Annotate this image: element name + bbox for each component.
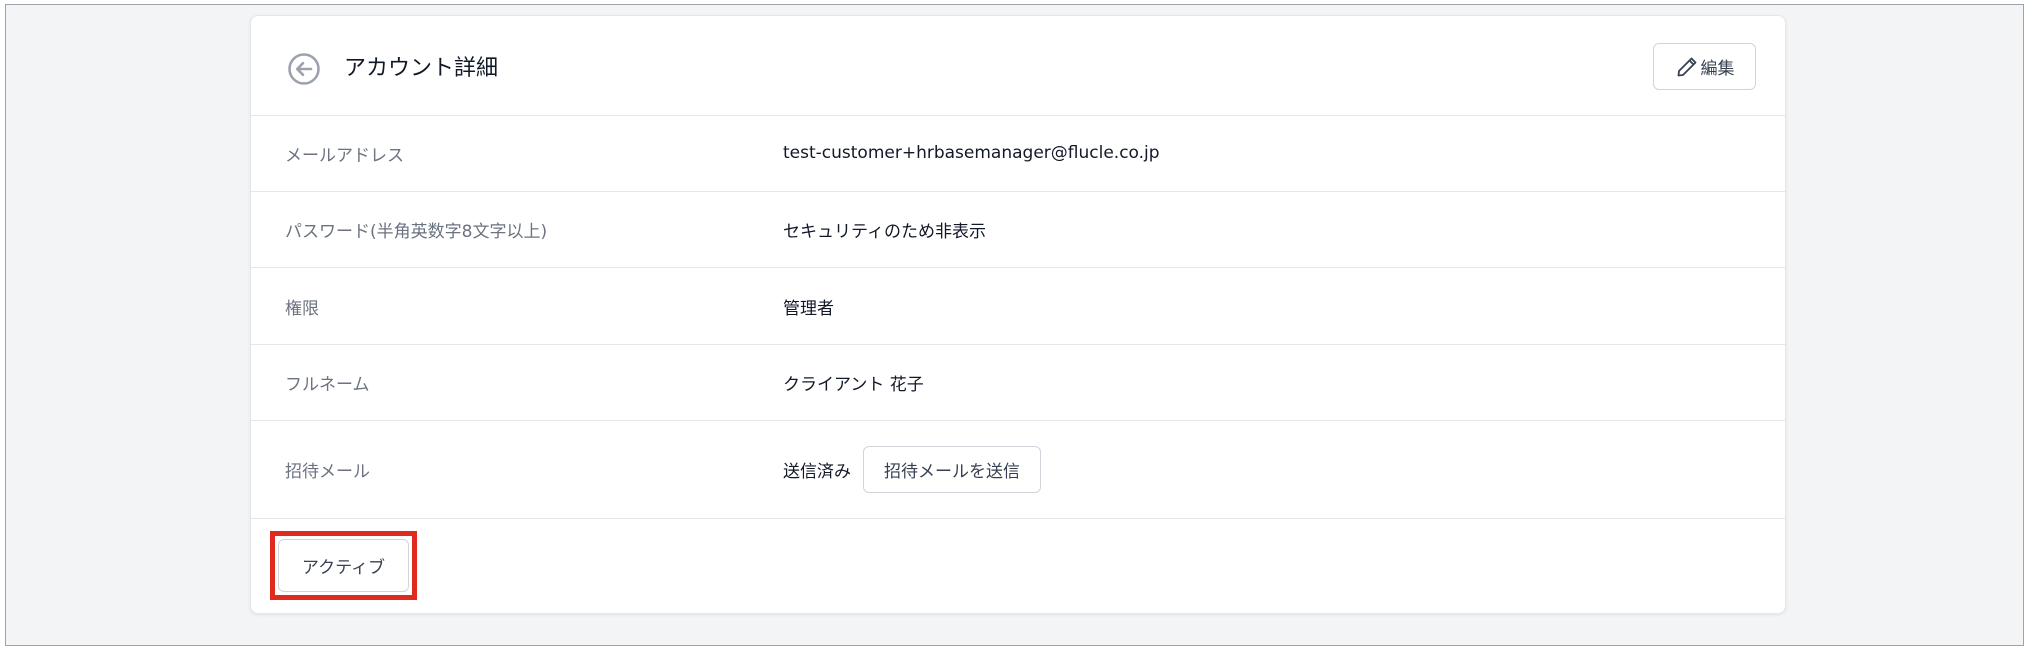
page-title: アカウント詳細: [344, 56, 499, 81]
row-role: 権限 管理者: [251, 268, 1785, 345]
send-invite-button[interactable]: 招待メールを送信: [863, 446, 1041, 493]
row-value: 管理者: [783, 298, 834, 319]
row-label: 招待メール: [285, 462, 370, 482]
active-status-button[interactable]: アクティブ: [278, 539, 409, 592]
arrow-left-circle-icon: [288, 53, 320, 85]
invite-status-group: 送信済み 招待メールを送信: [783, 421, 1041, 518]
edit-button-label: 編集: [1700, 59, 1735, 79]
row-label: フルネーム: [285, 375, 370, 395]
row-invite-email: 招待メール 送信済み 招待メールを送信: [251, 421, 1785, 519]
row-label: 権限: [285, 298, 319, 319]
row-email: メールアドレス test-customer+hrbasemanager@fluc…: [251, 115, 1785, 192]
card-header: アカウント詳細 編集: [251, 16, 1785, 116]
row-password: パスワード(半角英数字8文字以上) セキュリティのため非表示: [251, 192, 1785, 268]
invite-status-text: 送信済み: [783, 462, 851, 482]
row-value: test-customer+hrbasemanager@flucle.co.jp: [783, 143, 1160, 163]
row-label: メールアドレス: [285, 145, 404, 166]
screenshot-frame: アカウント詳細 編集 メールアドレス test-customer+hrbasem…: [5, 4, 2024, 646]
pencil-icon: [1677, 57, 1696, 76]
row-value: セキュリティのため非表示: [783, 222, 986, 242]
account-detail-card: アカウント詳細 編集 メールアドレス test-customer+hrbasem…: [250, 15, 1786, 614]
row-label: パスワード(半角英数字8文字以上): [285, 222, 548, 242]
row-fullname: フルネーム クライアント 花子: [251, 345, 1785, 421]
edit-button[interactable]: 編集: [1653, 43, 1756, 90]
back-button[interactable]: [287, 52, 321, 86]
row-value: クライアント 花子: [783, 375, 924, 395]
